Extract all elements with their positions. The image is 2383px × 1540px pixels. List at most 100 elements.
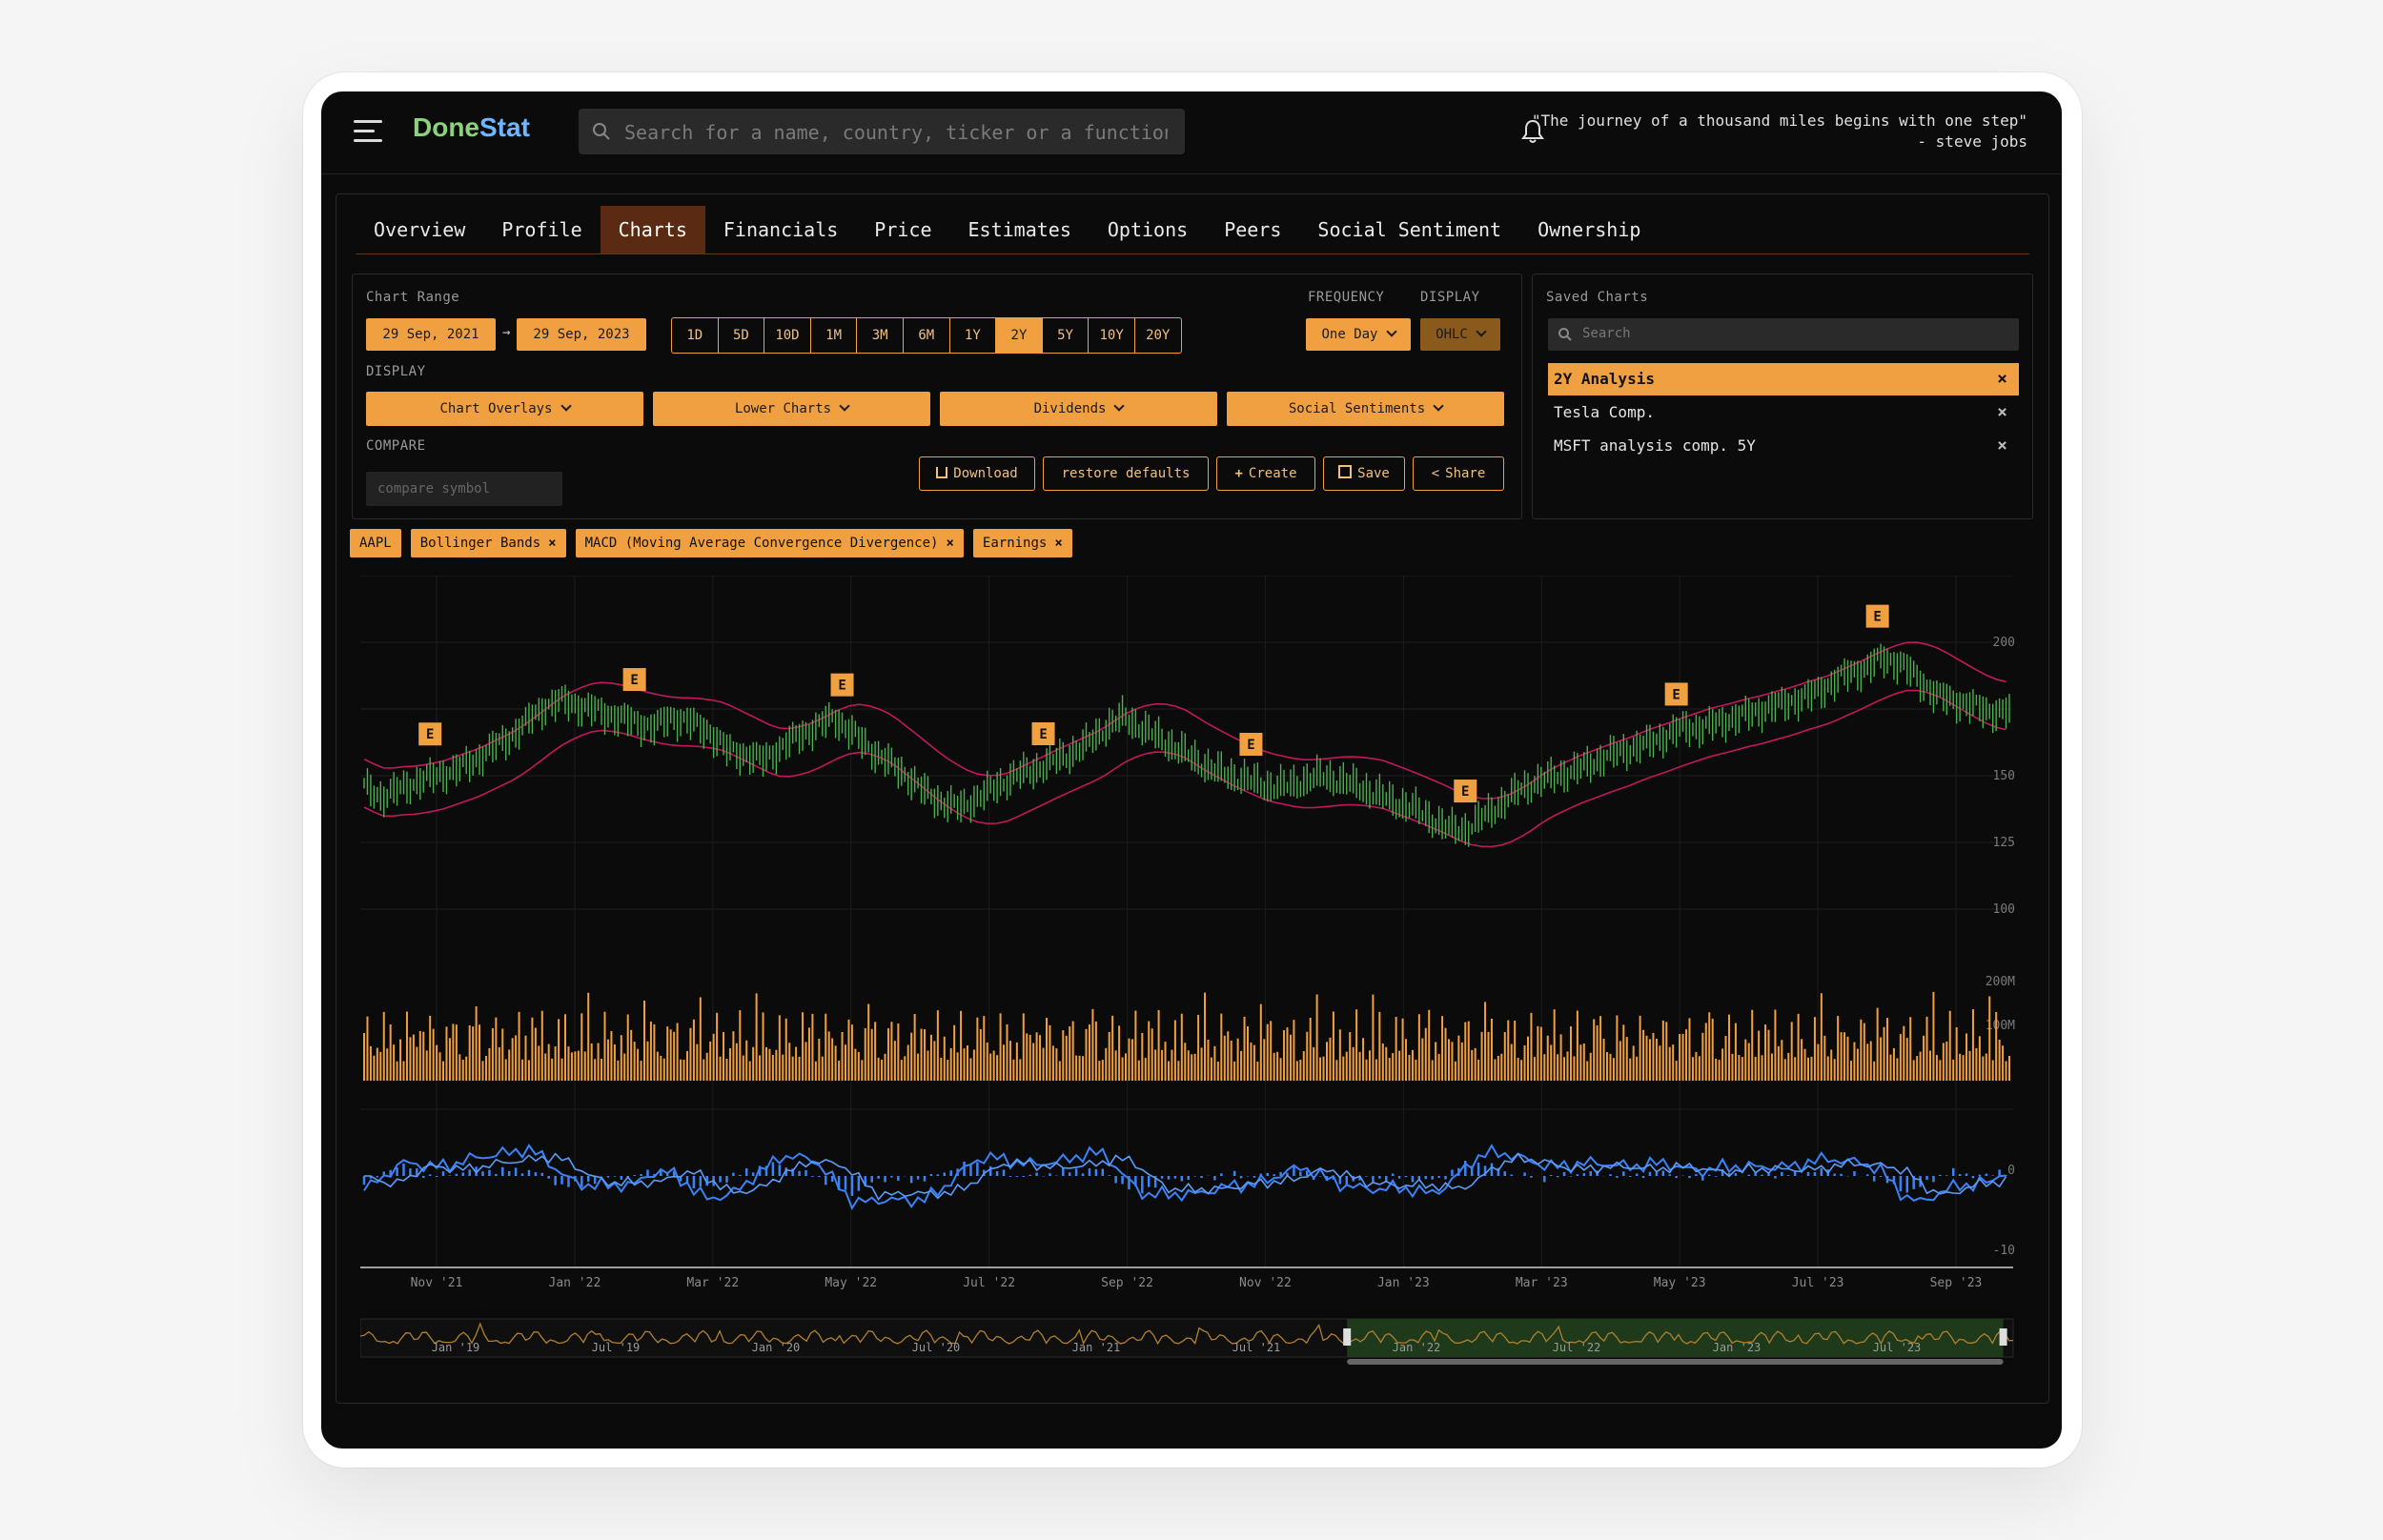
quote: "The journey of a thousand miles begins … xyxy=(1532,111,2027,152)
range-1m[interactable]: 1M xyxy=(811,318,858,353)
chart-overlays-dropdown[interactable]: Chart Overlays xyxy=(366,392,643,426)
bollinger-lower xyxy=(363,689,2006,848)
navigator-tick-label: Jan '19 xyxy=(432,1341,480,1354)
tab-overview[interactable]: Overview xyxy=(356,206,483,253)
price-tick-label: 125 xyxy=(1993,836,2015,850)
x-tick-label: May '22 xyxy=(825,1276,877,1290)
chip-earnings[interactable]: Earnings × xyxy=(972,529,1072,557)
bollinger-upper xyxy=(363,641,2006,800)
earnings-marker-label: E xyxy=(1247,738,1254,753)
range-3m[interactable]: 3M xyxy=(857,318,904,353)
range-selector: 1D 5D 10D 1M 3M 6M 1Y 2Y 5Y 10Y 20Y xyxy=(671,317,1182,354)
chart-controls: Chart Range 29 Sep, 2021 → 29 Sep, 2023 … xyxy=(352,274,1522,519)
navigator-tick-label: Jan '22 xyxy=(1393,1341,1441,1354)
tab-options[interactable]: Options xyxy=(1090,206,1206,253)
x-tick-label: Sep '23 xyxy=(1930,1276,1983,1290)
search-icon xyxy=(593,123,610,140)
tab-charts[interactable]: Charts xyxy=(600,206,705,253)
save-button[interactable]: Save xyxy=(1323,456,1405,491)
navigator-tick-label: Jul '19 xyxy=(592,1341,641,1354)
global-search[interactable] xyxy=(579,109,1185,156)
restore-defaults-button[interactable]: restore defaults xyxy=(1043,456,1209,491)
chip-aapl[interactable]: AAPL xyxy=(350,529,401,557)
price-tick-label: 150 xyxy=(1993,769,2015,783)
stock-chart[interactable]: 200150125100EE EEEEEE200M100M0-10Nov '21 J… xyxy=(360,576,2023,1367)
tab-profile[interactable]: Profile xyxy=(483,206,600,253)
logo[interactable]: DoneStat xyxy=(413,112,530,143)
display-label-right: DISPLAY xyxy=(1420,290,1480,305)
tab-ownership[interactable]: Ownership xyxy=(1519,206,1659,253)
range-6m[interactable]: 6M xyxy=(904,318,950,353)
save-label: Save xyxy=(1357,466,1390,481)
close-icon[interactable]: × xyxy=(1997,430,2007,462)
range-1y[interactable]: 1Y xyxy=(950,318,997,353)
chip-label: Earnings xyxy=(982,536,1048,551)
create-button[interactable]: + Create xyxy=(1216,456,1315,491)
close-icon[interactable]: × xyxy=(1997,396,2007,429)
earnings-marker-label: E xyxy=(630,673,638,688)
download-button[interactable]: Download xyxy=(919,456,1035,491)
share-icon: < xyxy=(1431,466,1440,481)
range-5y[interactable]: 5Y xyxy=(1043,318,1090,353)
navigator-tick-label: Jul '22 xyxy=(1553,1341,1601,1354)
tab-estimates[interactable]: Estimates xyxy=(950,206,1090,253)
close-icon[interactable]: × xyxy=(548,536,556,551)
chart-range-label: Chart Range xyxy=(366,290,460,305)
frequency-label: FREQUENCY xyxy=(1308,290,1385,305)
plus-icon: + xyxy=(1234,466,1243,481)
compare-symbol-input[interactable] xyxy=(366,472,562,506)
chip-bollinger[interactable]: Bollinger Bands × xyxy=(410,529,566,557)
saved-item-label: MSFT analysis comp. 5Y xyxy=(1554,436,1756,455)
saved-item-label: Tesla Comp. xyxy=(1554,403,1655,421)
saved-item[interactable]: Tesla Comp. × xyxy=(1548,396,2019,429)
start-date[interactable]: 29 Sep, 2021 xyxy=(366,318,496,351)
chip-macd[interactable]: MACD (Moving Average Convergence Diverge… xyxy=(575,529,964,557)
earnings-marker-label: E xyxy=(1039,727,1047,742)
tab-divider xyxy=(356,253,2029,254)
saved-item-label: 2Y Analysis xyxy=(1554,370,1655,388)
menu-icon[interactable] xyxy=(354,120,382,143)
earnings-marker-label: E xyxy=(1873,610,1881,625)
range-10y[interactable]: 10Y xyxy=(1089,318,1135,353)
share-label: Share xyxy=(1445,466,1486,481)
x-tick-label: May '23 xyxy=(1654,1276,1706,1290)
tab-social-sentiment[interactable]: Social Sentiment xyxy=(1299,206,1519,253)
quote-text: "The journey of a thousand miles begins … xyxy=(1531,111,2027,130)
social-sentiments-dropdown[interactable]: Social Sentiments xyxy=(1227,392,1504,426)
x-tick-label: Nov '22 xyxy=(1239,1276,1292,1290)
x-tick-label: Mar '22 xyxy=(686,1276,739,1290)
saved-item[interactable]: MSFT analysis comp. 5Y × xyxy=(1548,430,2019,462)
download-icon xyxy=(936,467,948,478)
logo-text-done: Done xyxy=(413,112,479,142)
dividends-dropdown[interactable]: Dividends xyxy=(940,392,1217,426)
tab-price[interactable]: Price xyxy=(856,206,949,253)
close-icon[interactable]: × xyxy=(1997,363,2007,395)
search-icon xyxy=(1558,328,1572,341)
tab-peers[interactable]: Peers xyxy=(1206,206,1299,253)
saved-charts-title: Saved Charts xyxy=(1546,290,1649,305)
range-2y[interactable]: 2Y xyxy=(996,318,1043,353)
saved-search[interactable]: Search xyxy=(1548,318,2019,351)
close-icon[interactable]: × xyxy=(946,536,953,551)
close-icon[interactable]: × xyxy=(1054,536,1062,551)
navigator-tick-label: Jan '21 xyxy=(1072,1341,1121,1354)
navigator-handle-left xyxy=(1343,1328,1352,1346)
range-5d[interactable]: 5D xyxy=(719,318,765,353)
display-type-dropdown[interactable]: OHLC xyxy=(1420,318,1500,351)
share-button[interactable]: < Share xyxy=(1413,456,1504,491)
chip-label: Bollinger Bands xyxy=(419,536,541,551)
navigator-tick-label: Jan '20 xyxy=(752,1341,801,1354)
range-1d[interactable]: 1D xyxy=(672,318,719,353)
end-date[interactable]: 29 Sep, 2023 xyxy=(517,318,646,351)
tab-financials[interactable]: Financials xyxy=(705,206,856,253)
macd-tick-label: -10 xyxy=(1993,1244,2015,1258)
chip-label: MACD (Moving Average Convergence Diverge… xyxy=(584,536,939,551)
range-10d[interactable]: 10D xyxy=(764,318,811,353)
saved-item[interactable]: 2Y Analysis × xyxy=(1548,363,2019,395)
create-label: Create xyxy=(1248,466,1297,481)
range-20y[interactable]: 20Y xyxy=(1135,318,1181,353)
saved-charts-panel: Saved Charts Search 2Y Analysis × Tesla C… xyxy=(1532,274,2033,519)
search-input[interactable] xyxy=(622,109,1170,156)
frequency-dropdown[interactable]: One Day xyxy=(1306,318,1411,351)
lower-charts-dropdown[interactable]: Lower Charts xyxy=(653,392,930,426)
